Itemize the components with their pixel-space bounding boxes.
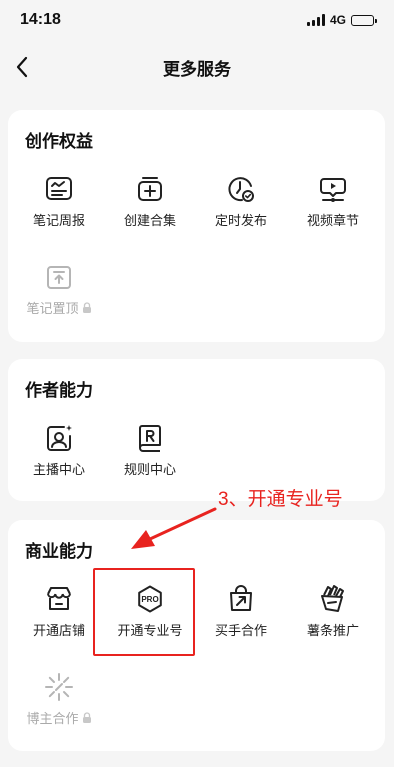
back-button[interactable] (8, 53, 36, 81)
section-title: 作者能力 (25, 381, 93, 400)
pin-top-icon (47, 266, 71, 289)
status-time: 14:18 (20, 11, 61, 28)
note-weekly-report-button[interactable]: 笔记周报 (19, 174, 99, 236)
grid-label: 主播中心 (32, 462, 85, 477)
grid-label-text: 笔记置顶 (26, 301, 79, 316)
network-type: 4G (329, 13, 346, 27)
status-indicators: 4G (306, 13, 377, 27)
annotation-label: 3、开通专业号 (218, 489, 343, 510)
grid-label: 薯条推广 (306, 623, 359, 638)
sparkle-burst-icon (45, 673, 73, 701)
status-bar: 14:18 4G (0, 0, 394, 40)
open-store-button[interactable]: 开通店铺 (19, 584, 99, 646)
author-abilities-card: 作者能力 主播中心 规则中心 (8, 359, 385, 501)
grid-label-text: 博主合作 (26, 711, 79, 726)
grid-label: 视频章节 (306, 213, 359, 228)
pin-note-button[interactable]: 笔记置顶 (19, 262, 99, 324)
business-abilities-card: 商业能力 开通店铺 PRO 开通专业号 买手合作 薯条推广 博主合作 (8, 520, 385, 751)
highlight-box (93, 568, 195, 656)
lock-icon (82, 712, 91, 723)
section-title: 创作权益 (25, 132, 93, 151)
collection-plus-icon (138, 177, 162, 201)
blogger-cooperation-button[interactable]: 博主合作 (19, 672, 99, 734)
create-collection-button[interactable]: 创建合集 (110, 174, 190, 236)
video-chapters-button[interactable]: 视频章节 (293, 174, 373, 236)
creation-benefits-card: 创作权益 笔记周报 创建合集 定时发布 视频章节 笔记置顶 (8, 110, 385, 342)
grid-label: 笔记周报 (32, 213, 85, 228)
rules-book-icon (139, 425, 161, 452)
grid-label: 定时发布 (214, 213, 267, 228)
streamer-icon (47, 425, 72, 451)
grid-label: 笔记置顶 (26, 298, 91, 317)
video-chapter-icon (320, 178, 346, 202)
battery-icon (351, 14, 377, 26)
shopping-bag-arrow-icon (230, 585, 252, 611)
storefront-icon (47, 587, 71, 610)
chips-promotion-button[interactable]: 薯条推广 (293, 584, 373, 646)
weekly-report-icon (46, 177, 72, 200)
scheduled-publish-button[interactable]: 定时发布 (201, 174, 281, 236)
page-title: 更多服务 (163, 59, 231, 79)
clock-check-icon (228, 177, 254, 202)
section-title: 商业能力 (25, 542, 93, 561)
streamer-center-button[interactable]: 主播中心 (19, 423, 99, 485)
grid-label: 买手合作 (214, 623, 267, 638)
nav-bar: 更多服务 (0, 45, 394, 89)
chevron-left-icon (16, 56, 28, 78)
lock-icon (82, 302, 91, 313)
fries-promotion-icon (321, 585, 344, 612)
grid-label: 创建合集 (123, 213, 176, 228)
grid-label: 博主合作 (26, 708, 91, 727)
cellular-signal-icon (306, 14, 325, 26)
grid-label: 开通店铺 (32, 623, 85, 638)
rules-center-button[interactable]: 规则中心 (110, 423, 190, 485)
grid-label: 规则中心 (123, 462, 176, 477)
buyer-cooperation-button[interactable]: 买手合作 (201, 584, 281, 646)
